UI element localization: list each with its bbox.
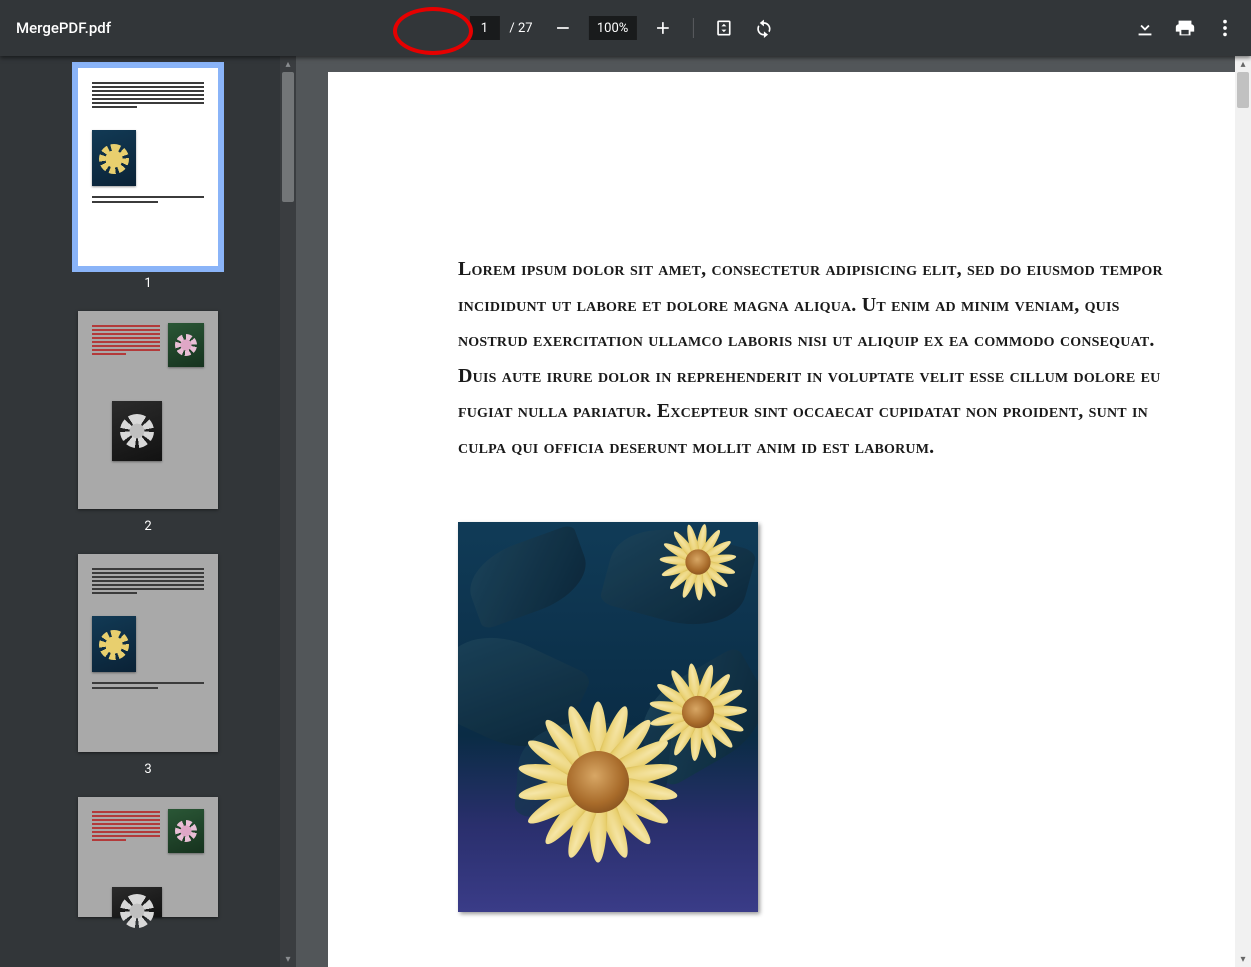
viewer-scroll-down[interactable]: ▾	[1235, 951, 1251, 967]
zoom-in-icon	[653, 18, 673, 38]
toolbar-divider	[693, 18, 694, 38]
thumbnail-3[interactable]: 3	[0, 554, 296, 777]
zoom-input[interactable]	[589, 16, 637, 40]
zoom-out-icon	[553, 18, 573, 38]
page-number-input[interactable]	[469, 16, 499, 40]
thumbnail-1[interactable]: 1	[0, 68, 296, 291]
file-title: MergePDF.pdf	[16, 19, 366, 37]
zoom-in-button[interactable]	[645, 10, 681, 46]
pdf-toolbar: MergePDF.pdf / 27	[0, 0, 1251, 56]
page-1: Lorem ipsum dolor sit amet, consectetur …	[328, 72, 1238, 967]
sidebar-scrollbar[interactable]: ▴ ▾	[280, 56, 296, 967]
page-image	[458, 522, 758, 912]
thumbnail-sidebar: 1 2	[0, 56, 296, 967]
print-button[interactable]	[1167, 10, 1203, 46]
toolbar-right	[1127, 10, 1243, 46]
sidebar-scroll-down[interactable]: ▾	[280, 951, 296, 967]
download-icon	[1134, 17, 1156, 39]
more-icon	[1214, 17, 1236, 39]
fit-page-icon	[714, 18, 734, 38]
sidebar-scroll-up[interactable]: ▴	[280, 56, 296, 72]
fit-page-button[interactable]	[706, 10, 742, 46]
toolbar-center: / 27	[469, 10, 781, 46]
document-viewer[interactable]: Lorem ipsum dolor sit amet, consectetur …	[296, 56, 1251, 967]
download-button[interactable]	[1127, 10, 1163, 46]
rotate-button[interactable]	[746, 10, 782, 46]
page-body-text: Lorem ipsum dolor sit amet, consectetur …	[458, 252, 1178, 466]
thumbnail-4[interactable]	[0, 797, 296, 917]
viewer-scroll-handle[interactable]	[1237, 72, 1249, 108]
zoom-out-button[interactable]	[545, 10, 581, 46]
rotate-icon	[754, 18, 774, 38]
page-total-label: / 27	[509, 21, 532, 36]
thumbnail-2-label: 2	[144, 519, 151, 534]
thumbnail-1-label: 1	[144, 276, 151, 291]
thumbnail-2[interactable]: 2	[0, 311, 296, 534]
viewer-scroll-up[interactable]: ▴	[1235, 56, 1251, 72]
sidebar-scroll-handle[interactable]	[282, 72, 294, 202]
print-icon	[1174, 17, 1196, 39]
viewer-scrollbar[interactable]: ▴ ▾	[1235, 56, 1251, 967]
more-button[interactable]	[1207, 10, 1243, 46]
thumbnail-3-label: 3	[144, 762, 151, 777]
